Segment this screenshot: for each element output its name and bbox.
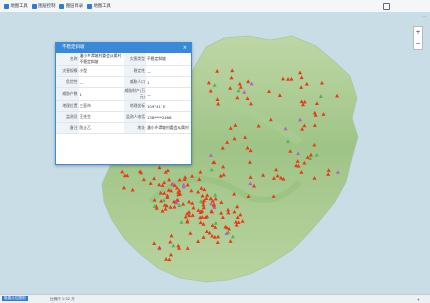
attribute-value: —: [146, 87, 191, 101]
attribute-value: 三亚市: [78, 100, 124, 112]
toolbar-item-layer-control[interactable]: 图层控制: [31, 3, 56, 9]
feature-popup: 不稳定斜坡 × 名称 潘小乡潭坡村委会从属村不稳定斜坡 灾害类型 不稳定斜坡 灾害规模小…: [55, 42, 192, 165]
attribute-row: 监测员 王先生 监测人电话 138****2468: [56, 111, 191, 123]
attribute-key: 监测员: [56, 111, 79, 123]
attribute-value: 王先生: [78, 111, 124, 123]
attribute-row: 名称 潘小乡潭坡村委会从属村不稳定斜坡 灾害类型 不稳定斜坡: [56, 53, 191, 66]
plot-icon: [87, 3, 93, 9]
layers-icon: [31, 3, 37, 9]
attribute-value: 防止乙: [78, 122, 124, 134]
toolbar-item-plot-tools[interactable]: 地图工具: [87, 3, 111, 9]
popup-title: 不稳定斜坡: [62, 45, 85, 50]
attribute-key: 危险性: [56, 76, 79, 88]
attribute-value: 潘小乡潭坡村委会从属村不稳定斜坡: [78, 53, 124, 66]
zoom-level-label: ...: [422, 13, 426, 18]
attribute-key: 地址: [123, 122, 146, 134]
expand-icon[interactable]: +: [417, 297, 420, 302]
attribute-value: 109°41′ E: [146, 100, 191, 112]
attribute-key: 地理坐标: [123, 100, 146, 112]
attribute-row: 备注 防止乙 地址 潘小乡潭坡村委会从属村: [56, 122, 191, 134]
toolbar-item-map-tools[interactable]: 地图工具: [4, 3, 28, 9]
attribute-value: —: [146, 65, 191, 77]
legend-link[interactable]: 隐患点位图例: [2, 296, 28, 301]
attribute-value: 潘小乡潭坡村委会从属村: [146, 122, 191, 134]
attribute-row: 灾害规模 小型 稳定性 —: [56, 65, 191, 77]
attribute-table: 名称 潘小乡潭坡村委会从属村不稳定斜坡 灾害类型 不稳定斜坡 灾害规模 小型 稳定性 — 危险性…: [56, 53, 191, 134]
scale-text: 比例尺 1:32 万: [50, 296, 75, 301]
attribute-value: —: [78, 76, 124, 88]
attribute-key: 灾害规模: [56, 65, 79, 77]
toolbar-label: 地图工具: [10, 4, 28, 9]
attribute-key: 威胁人口: [123, 76, 146, 88]
attribute-value: 1: [146, 76, 191, 88]
toolbar-label: 图层目录: [65, 4, 84, 9]
dolphin-icon: [4, 3, 9, 9]
status-bar: 隐患点位图例 比例尺 1:32 万 +: [0, 294, 430, 303]
attribute-value: 1: [78, 87, 124, 101]
toolbar-label: 地图工具: [93, 4, 111, 9]
grid-icon: [59, 3, 65, 9]
zoom-in-button[interactable]: +: [415, 29, 420, 36]
attribute-key: 灾害类型: [123, 53, 146, 66]
toolbar-item-layer-catalog[interactable]: 图层目录: [59, 3, 83, 9]
attribute-row: 威胁户数 1 威胁财产(万元) —: [56, 87, 191, 101]
attribute-value: 不稳定斜坡: [146, 53, 191, 66]
close-icon[interactable]: ×: [183, 43, 187, 53]
attribute-key: 地理位置: [56, 100, 79, 112]
zoom-control: + −: [413, 26, 423, 50]
attribute-value: 138****2468: [146, 111, 191, 123]
popup-header: 不稳定斜坡 ×: [56, 43, 191, 53]
attribute-row: 危险性 — 威胁人口 1: [56, 76, 191, 88]
attribute-key: 稳定性: [123, 65, 146, 77]
attribute-key: 监测人电话: [123, 111, 146, 123]
window-icon[interactable]: [383, 2, 390, 10]
attribute-key: 威胁户数: [56, 87, 79, 101]
attribute-key: 备注: [56, 122, 79, 134]
attribute-key: 名称: [56, 53, 79, 66]
zoom-out-button[interactable]: −: [415, 40, 420, 47]
attribute-value: 小型: [78, 65, 124, 77]
attribute-key: 威胁财产(万元): [123, 87, 146, 101]
attribute-row: 地理位置 三亚市 地理坐标 109°41′ E: [56, 100, 191, 112]
toolbar-label: 图层控制: [38, 4, 56, 9]
